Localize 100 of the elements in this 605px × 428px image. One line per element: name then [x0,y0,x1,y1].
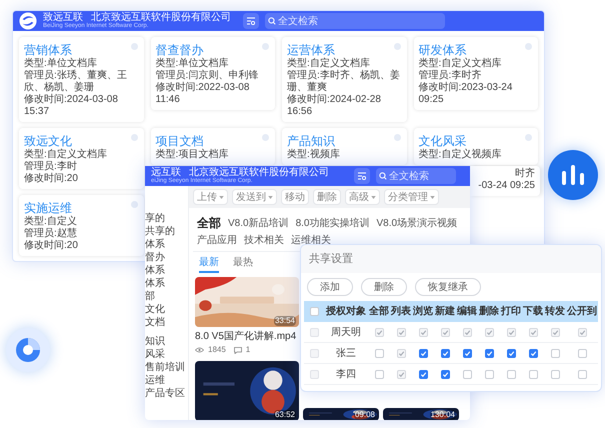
view-count: 1845 [208,344,226,356]
library-info: -03-24 09:25 [478,180,535,192]
circle-icon [262,43,269,50]
sidebar-item[interactable]: 知识 [145,335,165,348]
dialog-button[interactable]: 删除 [361,278,407,296]
dialog-button[interactable]: 恢复继承 [415,278,481,296]
company-name: 北京致远互联软件股份有限公司 [91,13,231,23]
circle-icon [394,43,400,50]
checkbox[interactable] [484,348,494,358]
dialog-button[interactable]: 添加 [307,278,353,296]
library-card[interactable]: 实施运维 类型:自定义 管理员:赵慧 修改时间:20 [19,195,144,256]
sidebar-item[interactable]: 体系 [145,238,165,251]
library-info: 类型:单位文档库 [156,58,228,70]
circle-icon [130,43,138,50]
toolbar-button[interactable]: 移动 [281,189,309,205]
search-field[interactable]: 全文检索 [265,13,445,29]
checkbox[interactable] [578,348,586,358]
checkbox[interactable] [550,348,560,358]
checkbox[interactable] [310,307,318,316]
sidebar-item[interactable]: 体系 [145,277,165,290]
toolbar-button[interactable]: 发送到 [232,189,277,205]
sidebar-item[interactable]: 风采 [145,348,165,361]
filter-search-icon[interactable] [243,13,259,29]
grantee-name: 张三 [335,346,357,360]
sidebar-item[interactable]: 部 [145,290,155,303]
checkbox[interactable] [528,370,538,378]
checkbox[interactable] [528,348,538,358]
grantee-name: 周天明 [330,326,362,340]
checkbox[interactable] [506,370,516,378]
sort-tab[interactable]: 最新 [199,255,219,273]
column-header: 浏览 [412,304,434,319]
checkbox[interactable] [374,348,384,358]
comment-count: 1 [246,344,250,356]
sidebar-item[interactable]: 产品专区 [145,387,185,400]
search-field[interactable]: 全文检索 [376,168,456,184]
library-info: 类型:视频库 [287,149,340,161]
sidebar-item[interactable]: 文化 [145,303,165,316]
library-card[interactable]: 营销体系 类型:单位文档库 管理员:张琇、董爽、王欣、杨凯、姜珊 修改时间:2024-03-08 15:37 [19,37,144,122]
checkbox[interactable] [462,370,472,378]
checkbox[interactable] [418,370,428,378]
checkbox[interactable] [506,348,516,358]
library-card[interactable]: 项目文档 类型:项目文档库 [150,128,275,165]
brand-name: 致远互联 [43,13,83,23]
category-tab[interactable]: V8.0场景演示视频 [376,216,458,230]
checkbox[interactable] [418,348,428,358]
library-title: 营销体系 [24,42,72,58]
library-card[interactable]: 致远文化 类型:自定义文档库 管理员:李时 修改时间:20 [19,128,144,189]
checkbox[interactable] [374,370,384,378]
toolbar-button[interactable]: 高级 [345,189,380,205]
toolbar-button[interactable]: 删除 [313,189,341,205]
sidebar-item[interactable]: 体系 [145,264,165,277]
circle-icon [131,201,138,208]
sort-tab[interactable]: 最热 [233,255,253,273]
category-tab[interactable]: 产品应用 [197,233,237,248]
video-duration: 63:52 [274,410,296,420]
checkbox[interactable] [440,348,450,358]
column-header: 转发 [544,304,566,319]
caret-icon [430,196,435,198]
category-tab[interactable]: 技术相关 [244,233,284,248]
filter-search-icon[interactable] [354,168,370,184]
sidebar-item[interactable]: 督办 [145,251,165,264]
library-card[interactable]: 督查督办 类型:单位文档库 管理员:闫京则、申利锋 修改时间:2022-03-08 11:46 [150,37,275,110]
sidebar-item[interactable]: 文档 [145,316,165,329]
sidebar-item[interactable]: 售前培训 [145,361,185,374]
search-icon [268,17,276,25]
video-duration: 09:08 [354,410,376,420]
library-info: 时齐 [515,168,535,180]
library-title: 产品知识 [287,133,335,148]
library-title: 致远文化 [24,133,72,148]
column-header: 打印 [500,304,522,319]
category-tab[interactable]: V8.0新品培训 [228,216,289,230]
grantee-name: 李四 [335,368,357,382]
library-card[interactable]: 产品知识 类型:视频库 [282,128,406,165]
category-tab[interactable]: 8.0功能实操培训 [296,216,370,230]
checkbox[interactable] [462,348,472,358]
video-title[interactable]: 8.0 V5国产化讲解.mp4 [195,329,299,344]
checkbox[interactable] [550,370,560,378]
library-info: 修改时间:20 [24,173,78,185]
library-card[interactable]: 文化风采 类型:自定义视频库 [414,128,538,165]
toolbar-button[interactable]: 上传 [193,189,228,205]
checkbox[interactable] [484,370,494,378]
toolbar-button[interactable]: 分类管理 [384,189,439,205]
sidebar-item[interactable]: 共享的 [145,225,175,238]
comment-icon [234,346,242,354]
library-card[interactable]: 研发体系 类型:自定义文档库 管理员:李时齐 修改时间:2023-03-24 09:25 [414,37,538,110]
checkbox[interactable] [578,370,586,378]
sidebar-item[interactable]: 运维 [145,374,165,387]
library-info: 修改时间:2024-03-08 15:37 [24,94,119,118]
category-tab[interactable]: 全部 [197,214,221,232]
library-info: 管理员:李时 [24,161,77,172]
checkbox[interactable] [440,370,450,378]
dialog-title: 共享设置 [309,252,353,267]
library-card[interactable]: 运营体系 类型:自定义文档库 管理员:李时齐、杨凯、姜珊、董爽 修改时间:2024-02-28 16:56 [282,37,406,122]
library-info: 类型:自定义视频库 [418,149,502,161]
library-info: 修改时间:2022-03-08 11:46 [156,82,250,106]
category-tab[interactable]: 运维相关 [291,233,331,248]
library-info: 管理员:张琇、董爽、王欣、杨凯、姜珊 [24,70,128,94]
column-header: 授权对象 [324,304,367,319]
sidebar-item[interactable]: 享的 [145,212,165,225]
library-info: 类型:自定义文档库 [287,58,370,70]
